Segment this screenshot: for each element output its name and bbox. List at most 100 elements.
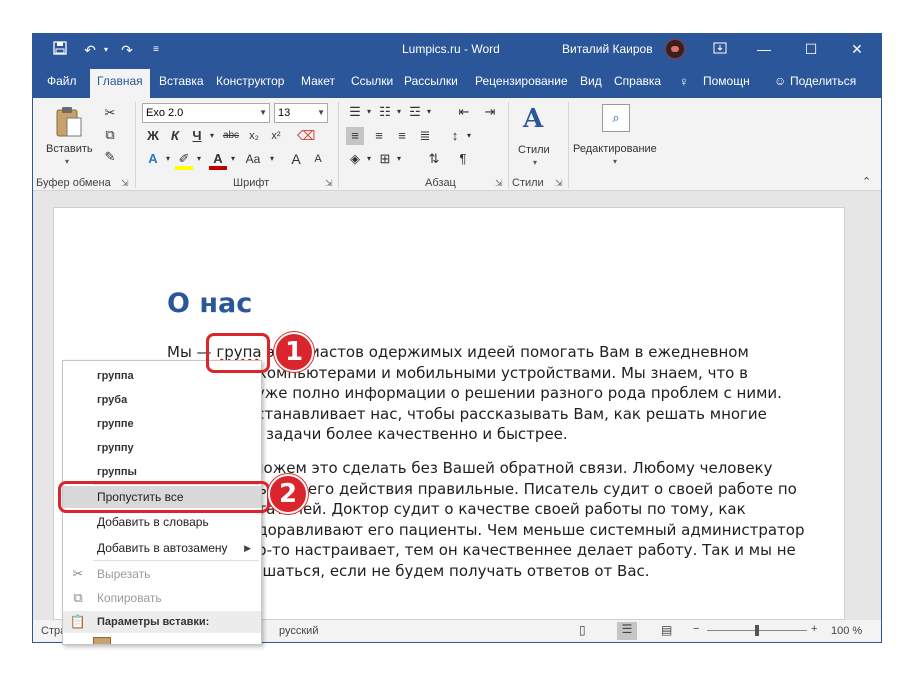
suggestion-item[interactable]: группе [63, 413, 261, 435]
undo-dropdown-icon[interactable]: ▾ [97, 41, 115, 59]
customize-icon[interactable]: ≡ [147, 41, 165, 59]
save-icon[interactable] [51, 41, 69, 59]
chevron-down-icon[interactable]: ▾ [390, 150, 408, 168]
superscript-button[interactable]: x² [267, 127, 285, 145]
maximize-icon[interactable]: ☐ [800, 38, 822, 60]
share-button[interactable]: Поделиться [790, 74, 856, 88]
shrink-font-icon[interactable]: A [309, 150, 327, 168]
tab-references[interactable]: Ссылки [351, 74, 393, 88]
zoom-thumb[interactable] [755, 625, 759, 636]
suggestion-item[interactable]: группу [63, 437, 261, 459]
copy-item[interactable]: ⧉ Копировать [63, 587, 261, 609]
tab-insert[interactable]: Вставка [159, 74, 204, 88]
editing-button[interactable]: ⌕ Редактирование ▾ [571, 102, 663, 172]
paste-options-label: Параметры вставки: [97, 616, 210, 628]
paste-button[interactable]: Вставить ▾ [43, 102, 93, 170]
chevron-down-icon: ▾ [533, 158, 538, 167]
font-name-value: Exo 2.0 [146, 107, 184, 119]
zoom-slider[interactable] [707, 625, 807, 636]
bold-button[interactable]: Ж [144, 127, 162, 145]
zoom-out-icon[interactable]: − [693, 623, 699, 635]
collapse-ribbon-icon[interactable]: ⌃ [862, 175, 871, 188]
font-size-value: 13 [278, 107, 291, 119]
increase-indent-icon[interactable]: ⇥ [481, 103, 499, 121]
sort-icon[interactable]: ⇅ [425, 150, 443, 168]
font-size-combo[interactable]: 13 ▼ [274, 103, 328, 123]
decrease-indent-icon[interactable]: ⇤ [455, 103, 473, 121]
add-to-dictionary-item[interactable]: Добавить в словарь [63, 511, 261, 533]
menu-divider [93, 560, 259, 561]
paste-keep-formatting-icon[interactable] [93, 637, 111, 644]
tab-help[interactable]: Справка [614, 74, 661, 88]
styles-icon: A [523, 104, 544, 134]
clipboard-icon: 📋 [69, 614, 87, 629]
chevron-down-icon[interactable]: ▾ [460, 127, 478, 145]
zoom-level[interactable]: 100 % [831, 625, 862, 637]
styles-label: Стили [518, 144, 550, 156]
ribbon-tabs: Файл Главная Вставка Конструктор Макет С… [33, 65, 881, 98]
align-left-icon[interactable]: ≡ [346, 127, 364, 145]
tab-mailings[interactable]: Рассылки [404, 74, 458, 88]
format-painter-icon[interactable]: ✎ [101, 148, 119, 166]
styles-button[interactable]: A Стили ▾ [515, 102, 561, 172]
tab-home[interactable]: Главная [90, 69, 150, 98]
chevron-down-icon[interactable]: ▾ [420, 103, 438, 121]
submenu-arrow-icon: ▶ [244, 543, 251, 553]
copy-icon[interactable]: ⧉ [101, 126, 119, 144]
tab-layout[interactable]: Макет [301, 74, 335, 88]
step-1-badge: 1 [274, 332, 314, 372]
zoom-in-icon[interactable]: + [811, 623, 817, 635]
close-icon[interactable]: ✕ [846, 38, 868, 60]
strikethrough-button[interactable]: abc [219, 127, 243, 145]
suggestion-item[interactable]: груба [63, 389, 261, 411]
user-name[interactable]: Виталий Каиров [562, 42, 653, 56]
show-marks-icon[interactable]: ¶ [454, 150, 472, 168]
justify-icon[interactable]: ≣ [416, 127, 434, 145]
cut-icon[interactable]: ✂ [101, 104, 119, 122]
group-styles-label: Стили [512, 177, 544, 189]
add-to-autocorrect-item[interactable]: Добавить в автозамену ▶ [63, 537, 261, 559]
minimize-icon[interactable]: — [753, 38, 775, 60]
redo-icon[interactable]: ↷ [118, 41, 136, 59]
suggestion-item[interactable]: группы [63, 461, 261, 483]
paragraph-launcher-icon[interactable]: ⇲ [495, 178, 503, 189]
grow-font-button[interactable]: A [287, 150, 305, 168]
paste-icon [55, 106, 83, 143]
chevron-down-icon: ▼ [259, 108, 267, 117]
divider [338, 102, 339, 188]
share-icon: ☺ [774, 74, 787, 88]
tab-tell-me[interactable]: Помощн [703, 74, 750, 88]
chevron-down-icon[interactable]: ▾ [224, 150, 242, 168]
clear-formatting-icon[interactable]: ⌫ [297, 127, 315, 145]
tab-review[interactable]: Рецензирование [475, 74, 568, 88]
add-to-autocorrect-label: Добавить в автозамену [97, 541, 228, 555]
language-indicator[interactable]: русский [279, 625, 318, 637]
clipboard-launcher-icon[interactable]: ⇲ [121, 178, 129, 189]
align-right-icon[interactable]: ≡ [393, 127, 411, 145]
ribbon-display-icon[interactable] [709, 38, 731, 60]
styles-launcher-icon[interactable]: ⇲ [555, 178, 563, 189]
change-case-button[interactable]: Aa [241, 150, 265, 168]
tab-design[interactable]: Конструктор [216, 74, 284, 88]
chevron-down-icon[interactable]: ▾ [263, 150, 281, 168]
tab-view[interactable]: Вид [580, 74, 602, 88]
align-center-icon[interactable]: ≡ [370, 127, 388, 145]
subscript-button[interactable]: x₂ [245, 127, 263, 145]
font-name-combo[interactable]: Exo 2.0 ▼ [142, 103, 270, 123]
divider [568, 102, 569, 188]
tab-file[interactable]: Файл [47, 74, 77, 88]
cut-item[interactable]: ✂ Вырезать [63, 563, 261, 585]
web-layout-icon[interactable]: ▤ [661, 623, 672, 637]
chevron-down-icon: ▾ [613, 157, 618, 166]
avatar[interactable] [665, 39, 685, 59]
paste-dropdown-icon: ▾ [65, 157, 70, 166]
read-mode-icon[interactable]: ▯ [579, 623, 586, 637]
print-layout-icon[interactable]: ☰ [617, 622, 637, 640]
italic-button[interactable]: К [166, 127, 184, 145]
scissors-icon: ✂ [72, 566, 84, 581]
document-heading: О нас [167, 288, 253, 319]
copy-label: Копировать [97, 591, 162, 605]
font-launcher-icon[interactable]: ⇲ [325, 178, 333, 189]
chevron-down-icon[interactable]: ▾ [190, 150, 208, 168]
step-2-badge: 2 [268, 474, 308, 514]
